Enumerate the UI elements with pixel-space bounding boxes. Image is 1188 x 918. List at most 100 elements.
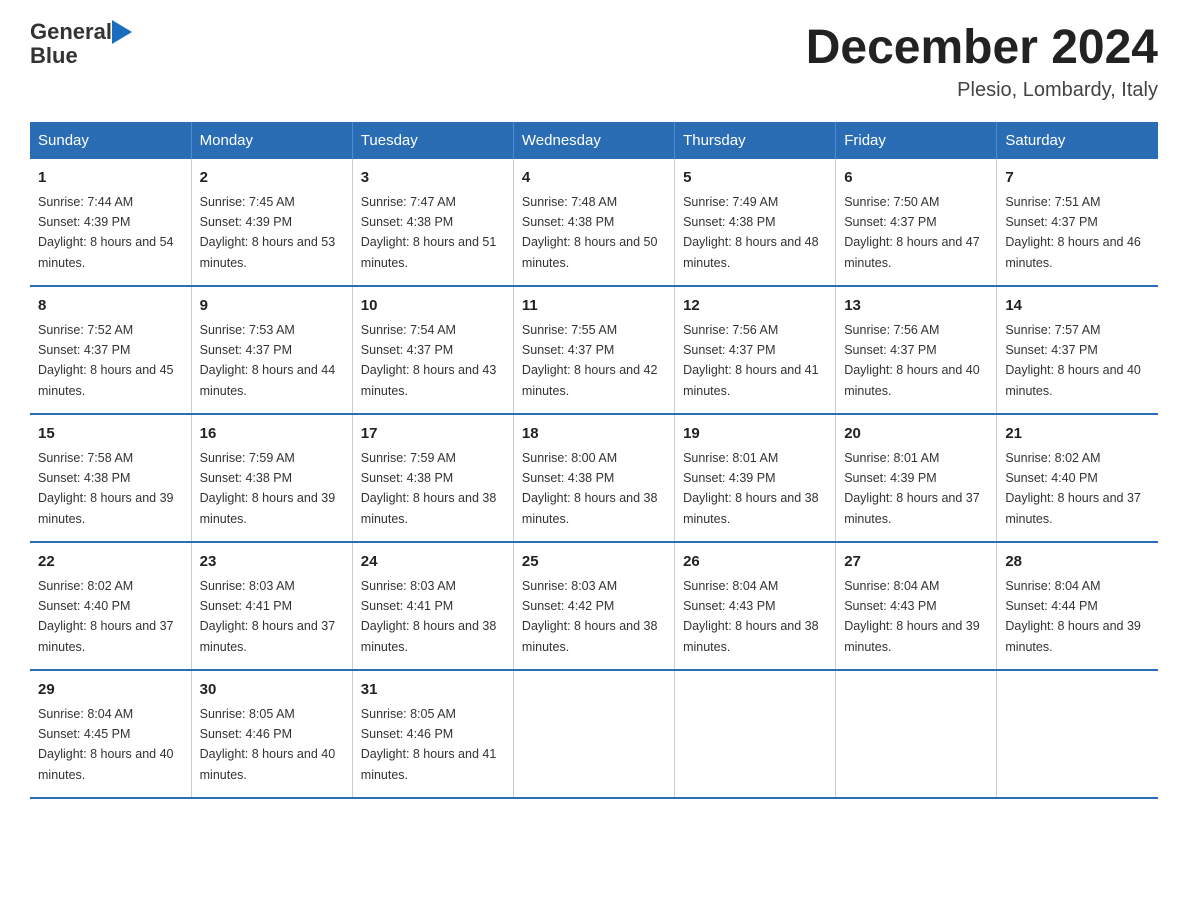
- day-number: 31: [361, 679, 505, 702]
- calendar-cell: 30 Sunrise: 8:05 AMSunset: 4:46 PMDayligh…: [191, 670, 352, 798]
- calendar-cell: 16 Sunrise: 7:59 AMSunset: 4:38 PMDayligh…: [191, 414, 352, 542]
- day-number: 15: [38, 423, 183, 446]
- calendar-cell: 14 Sunrise: 7:57 AMSunset: 4:37 PMDayligh…: [997, 286, 1158, 414]
- day-info: Sunrise: 7:54 AMSunset: 4:37 PMDaylight:…: [361, 323, 497, 398]
- day-info: Sunrise: 8:03 AMSunset: 4:41 PMDaylight:…: [361, 579, 497, 654]
- day-number: 19: [683, 423, 827, 446]
- day-info: Sunrise: 7:55 AMSunset: 4:37 PMDaylight:…: [522, 323, 658, 398]
- day-number: 17: [361, 423, 505, 446]
- calendar-cell: 23 Sunrise: 8:03 AMSunset: 4:41 PMDayligh…: [191, 542, 352, 670]
- day-number: 12: [683, 295, 827, 318]
- day-number: 28: [1005, 551, 1150, 574]
- day-info: Sunrise: 7:51 AMSunset: 4:37 PMDaylight:…: [1005, 195, 1141, 270]
- day-info: Sunrise: 7:58 AMSunset: 4:38 PMDaylight:…: [38, 451, 174, 526]
- day-info: Sunrise: 8:05 AMSunset: 4:46 PMDaylight:…: [200, 707, 336, 782]
- calendar-cell: 6 Sunrise: 7:50 AMSunset: 4:37 PMDaylight…: [836, 159, 997, 286]
- calendar-cell: 22 Sunrise: 8:02 AMSunset: 4:40 PMDayligh…: [30, 542, 191, 670]
- calendar-cell: 9Sunrise: 7:53 AMSunset: 4:37 PMDaylight…: [191, 286, 352, 414]
- calendar-cell: 24 Sunrise: 8:03 AMSunset: 4:41 PMDayligh…: [352, 542, 513, 670]
- calendar-cell: 26 Sunrise: 8:04 AMSunset: 4:43 PMDayligh…: [675, 542, 836, 670]
- calendar-week-row: 8 Sunrise: 7:52 AMSunset: 4:37 PMDaylight…: [30, 286, 1158, 414]
- calendar-cell: 5Sunrise: 7:49 AMSunset: 4:38 PMDaylight…: [675, 159, 836, 286]
- day-info: Sunrise: 8:01 AMSunset: 4:39 PMDaylight:…: [683, 451, 819, 526]
- day-info: Sunrise: 8:03 AMSunset: 4:41 PMDaylight:…: [200, 579, 336, 654]
- day-number: 29: [38, 679, 183, 702]
- day-number: 14: [1005, 295, 1150, 318]
- day-number: 10: [361, 295, 505, 318]
- calendar-cell: [836, 670, 997, 798]
- calendar-cell: 2 Sunrise: 7:45 AMSunset: 4:39 PMDaylight…: [191, 159, 352, 286]
- day-number: 11: [522, 295, 666, 318]
- calendar-cell: 17 Sunrise: 7:59 AMSunset: 4:38 PMDayligh…: [352, 414, 513, 542]
- day-info: Sunrise: 8:04 AMSunset: 4:43 PMDaylight:…: [683, 579, 819, 654]
- day-number: 26: [683, 551, 827, 574]
- calendar-cell: 29 Sunrise: 8:04 AMSunset: 4:45 PMDayligh…: [30, 670, 191, 798]
- calendar-cell: [513, 670, 674, 798]
- day-info: Sunrise: 7:52 AMSunset: 4:37 PMDaylight:…: [38, 323, 174, 398]
- day-info: Sunrise: 7:48 AMSunset: 4:38 PMDaylight:…: [522, 195, 658, 270]
- calendar-table: SundayMondayTuesdayWednesdayThursdayFrid…: [30, 122, 1158, 799]
- day-number: 4: [522, 167, 666, 190]
- calendar-cell: 3 Sunrise: 7:47 AMSunset: 4:38 PMDaylight…: [352, 159, 513, 286]
- day-number: 18: [522, 423, 666, 446]
- calendar-cell: 4 Sunrise: 7:48 AMSunset: 4:38 PMDaylight…: [513, 159, 674, 286]
- day-info: Sunrise: 7:53 AMSunset: 4:37 PMDaylight:…: [200, 323, 336, 398]
- day-number: 25: [522, 551, 666, 574]
- calendar-cell: 11 Sunrise: 7:55 AMSunset: 4:37 PMDayligh…: [513, 286, 674, 414]
- calendar-cell: 7 Sunrise: 7:51 AMSunset: 4:37 PMDaylight…: [997, 159, 1158, 286]
- column-header-sunday: Sunday: [30, 122, 191, 159]
- calendar-cell: 13Sunrise: 7:56 AMSunset: 4:37 PMDayligh…: [836, 286, 997, 414]
- calendar-week-row: 1Sunrise: 7:44 AMSunset: 4:39 PMDaylight…: [30, 159, 1158, 286]
- day-number: 22: [38, 551, 183, 574]
- day-info: Sunrise: 8:00 AMSunset: 4:38 PMDaylight:…: [522, 451, 658, 526]
- day-number: 7: [1005, 167, 1150, 190]
- day-info: Sunrise: 8:04 AMSunset: 4:43 PMDaylight:…: [844, 579, 980, 654]
- column-header-saturday: Saturday: [997, 122, 1158, 159]
- day-number: 1: [38, 167, 183, 190]
- day-info: Sunrise: 8:04 AMSunset: 4:45 PMDaylight:…: [38, 707, 174, 782]
- calendar-cell: 19 Sunrise: 8:01 AMSunset: 4:39 PMDayligh…: [675, 414, 836, 542]
- day-info: Sunrise: 8:02 AMSunset: 4:40 PMDaylight:…: [1005, 451, 1141, 526]
- day-info: Sunrise: 7:45 AMSunset: 4:39 PMDaylight:…: [200, 195, 336, 270]
- day-info: Sunrise: 8:01 AMSunset: 4:39 PMDaylight:…: [844, 451, 980, 526]
- column-header-friday: Friday: [836, 122, 997, 159]
- day-info: Sunrise: 8:02 AMSunset: 4:40 PMDaylight:…: [38, 579, 174, 654]
- day-info: Sunrise: 7:59 AMSunset: 4:38 PMDaylight:…: [200, 451, 336, 526]
- calendar-cell: 8 Sunrise: 7:52 AMSunset: 4:37 PMDaylight…: [30, 286, 191, 414]
- day-info: Sunrise: 8:05 AMSunset: 4:46 PMDaylight:…: [361, 707, 497, 782]
- day-number: 13: [844, 295, 988, 318]
- day-number: 24: [361, 551, 505, 574]
- day-number: 3: [361, 167, 505, 190]
- calendar-cell: [997, 670, 1158, 798]
- title-area: December 2024 Plesio, Lombardy, Italy: [806, 20, 1158, 102]
- day-number: 20: [844, 423, 988, 446]
- calendar-cell: 12Sunrise: 7:56 AMSunset: 4:37 PMDayligh…: [675, 286, 836, 414]
- calendar-cell: 21 Sunrise: 8:02 AMSunset: 4:40 PMDayligh…: [997, 414, 1158, 542]
- day-number: 23: [200, 551, 344, 574]
- calendar-cell: 18 Sunrise: 8:00 AMSunset: 4:38 PMDayligh…: [513, 414, 674, 542]
- day-number: 2: [200, 167, 344, 190]
- day-number: 21: [1005, 423, 1150, 446]
- day-info: Sunrise: 7:50 AMSunset: 4:37 PMDaylight:…: [844, 195, 980, 270]
- logo-text-blue: Blue: [30, 43, 78, 68]
- page-header: General Blue December 2024 Plesio, Lomba…: [30, 20, 1158, 102]
- logo: General Blue: [30, 20, 136, 68]
- location: Plesio, Lombardy, Italy: [806, 79, 1158, 102]
- day-info: Sunrise: 7:57 AMSunset: 4:37 PMDaylight:…: [1005, 323, 1141, 398]
- calendar-cell: 31 Sunrise: 8:05 AMSunset: 4:46 PMDayligh…: [352, 670, 513, 798]
- day-number: 6: [844, 167, 988, 190]
- day-number: 16: [200, 423, 344, 446]
- calendar-week-row: 22 Sunrise: 8:02 AMSunset: 4:40 PMDayligh…: [30, 542, 1158, 670]
- day-info: Sunrise: 8:04 AMSunset: 4:44 PMDaylight:…: [1005, 579, 1141, 654]
- calendar-cell: 1Sunrise: 7:44 AMSunset: 4:39 PMDaylight…: [30, 159, 191, 286]
- day-info: Sunrise: 7:59 AMSunset: 4:38 PMDaylight:…: [361, 451, 497, 526]
- calendar-cell: 20 Sunrise: 8:01 AMSunset: 4:39 PMDayligh…: [836, 414, 997, 542]
- day-number: 30: [200, 679, 344, 702]
- calendar-cell: 27 Sunrise: 8:04 AMSunset: 4:43 PMDayligh…: [836, 542, 997, 670]
- day-number: 27: [844, 551, 988, 574]
- column-header-monday: Monday: [191, 122, 352, 159]
- month-title: December 2024: [806, 20, 1158, 75]
- day-info: Sunrise: 7:47 AMSunset: 4:38 PMDaylight:…: [361, 195, 497, 270]
- day-number: 8: [38, 295, 183, 318]
- day-info: Sunrise: 7:49 AMSunset: 4:38 PMDaylight:…: [683, 195, 819, 270]
